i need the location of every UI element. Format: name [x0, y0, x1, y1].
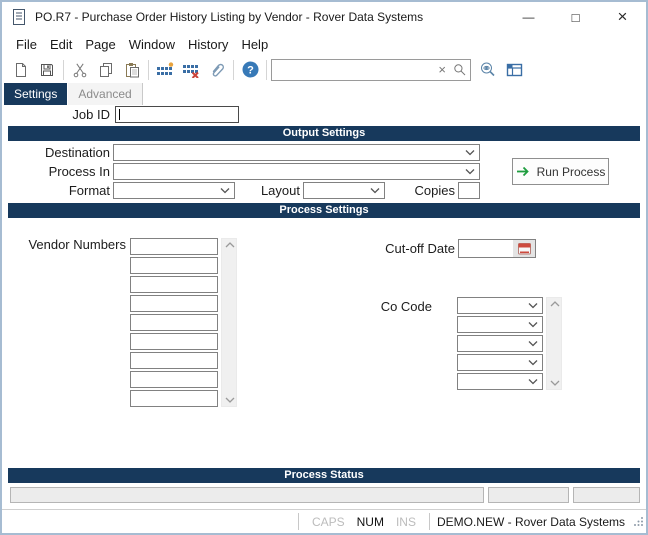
toolbar: ? × — [2, 56, 646, 83]
tabstrip: Settings Advanced — [4, 83, 143, 105]
search-input[interactable] — [272, 60, 436, 79]
vendor-number-input[interactable] — [130, 390, 218, 407]
menu-help[interactable]: Help — [241, 37, 268, 52]
document-icon — [12, 9, 26, 25]
run-process-button[interactable]: Run Process — [512, 158, 609, 185]
process-status-value-1 — [488, 487, 569, 503]
co-code-scrollbar[interactable] — [546, 297, 562, 390]
save-icon[interactable] — [34, 58, 60, 82]
search-clear-icon[interactable]: × — [435, 63, 449, 76]
process-status-message — [10, 487, 484, 503]
vendor-number-input[interactable] — [130, 276, 218, 293]
job-id-label: Job ID — [72, 107, 110, 122]
vendor-numbers-label: Vendor Numbers — [28, 237, 126, 252]
co-code-select[interactable] — [457, 373, 543, 390]
process-in-label: Process In — [48, 164, 110, 179]
lookup-icon[interactable] — [475, 58, 501, 82]
copy-icon[interactable] — [93, 58, 119, 82]
destination-select[interactable] — [113, 144, 480, 161]
menu-history[interactable]: History — [188, 37, 228, 52]
run-arrow-icon — [516, 166, 529, 177]
statusbar-separator — [297, 513, 299, 530]
delete-record-icon[interactable] — [178, 58, 204, 82]
caps-lock-indicator: CAPS — [311, 514, 345, 529]
toolbar-separator — [266, 59, 267, 80]
cut-icon[interactable] — [67, 58, 93, 82]
session-info: DEMO.NEW - Rover Data Systems — [436, 514, 625, 529]
copies-field[interactable] — [458, 182, 480, 200]
statusbar-separator — [428, 513, 430, 530]
vendor-number-input[interactable] — [130, 295, 218, 312]
tab-settings[interactable]: Settings — [4, 83, 68, 105]
process-status-header: Process Status — [8, 468, 640, 483]
vendor-number-input[interactable] — [130, 314, 218, 331]
add-record-icon[interactable] — [152, 58, 178, 82]
format-select[interactable] — [113, 182, 235, 199]
output-settings-header: Output Settings — [8, 126, 640, 141]
cutoff-date-field[interactable] — [458, 239, 536, 258]
maximize-button[interactable]: □ — [552, 2, 599, 32]
co-code-select[interactable] — [457, 316, 543, 333]
vendor-number-input[interactable] — [130, 371, 218, 388]
insert-mode-indicator: INS — [395, 514, 416, 529]
window-title: PO.R7 - Purchase Order History Listing b… — [35, 10, 424, 24]
attachment-icon[interactable] — [204, 58, 230, 82]
text-caret — [119, 109, 120, 120]
app-window: PO.R7 - Purchase Order History Listing b… — [0, 0, 648, 535]
copies-label: Copies — [414, 183, 455, 198]
toolbar-search: × — [271, 58, 471, 81]
layout-select[interactable] — [303, 182, 385, 199]
menu-window[interactable]: Window — [129, 37, 175, 52]
menu-file[interactable]: File — [16, 37, 37, 52]
run-process-label: Run Process — [536, 164, 606, 179]
destination-label: Destination — [44, 145, 110, 160]
job-id-field[interactable] — [115, 106, 239, 124]
search-icon[interactable] — [449, 63, 470, 76]
scroll-down-icon[interactable] — [550, 380, 560, 386]
scroll-up-icon[interactable] — [225, 242, 235, 248]
process-settings-header: Process Settings — [8, 203, 640, 218]
tab-advanced[interactable]: Advanced — [68, 83, 143, 105]
menubar: File Edit Page Window History Help — [2, 32, 646, 56]
vendor-number-list — [130, 238, 218, 407]
paste-icon[interactable] — [119, 58, 145, 82]
process-status-value-2 — [573, 487, 640, 503]
vendor-number-input[interactable] — [130, 238, 218, 255]
new-document-icon[interactable] — [8, 58, 34, 82]
vendor-number-input[interactable] — [130, 352, 218, 369]
layout-label: Layout — [260, 183, 300, 198]
scroll-up-icon[interactable] — [550, 301, 560, 307]
format-label: Format — [68, 183, 110, 198]
co-code-select[interactable] — [457, 354, 543, 371]
menu-page[interactable]: Page — [85, 37, 115, 52]
close-button[interactable]: × — [599, 2, 646, 32]
co-code-select[interactable] — [457, 297, 543, 314]
toolbar-separator — [63, 59, 64, 80]
calendar-icon[interactable] — [513, 240, 535, 257]
co-code-list — [457, 297, 543, 390]
vendor-number-input[interactable] — [130, 257, 218, 274]
minimize-button[interactable]: — — [505, 2, 552, 32]
vendor-number-input[interactable] — [130, 333, 218, 350]
num-lock-indicator: NUM — [356, 514, 384, 529]
svg-text:?: ? — [247, 65, 254, 77]
co-code-label: Co Code — [380, 299, 432, 314]
resize-grip[interactable] — [633, 516, 644, 527]
process-in-select[interactable] — [113, 163, 480, 180]
cutoff-date-label: Cut-off Date — [385, 241, 455, 256]
layout-icon[interactable] — [501, 58, 527, 82]
statusbar: CAPS NUM INS DEMO.NEW - Rover Data Syste… — [2, 509, 646, 533]
help-icon[interactable]: ? — [237, 58, 263, 82]
vendor-scrollbar[interactable] — [221, 238, 237, 407]
scroll-down-icon[interactable] — [225, 397, 235, 403]
toolbar-separator — [233, 59, 234, 80]
menu-edit[interactable]: Edit — [50, 37, 72, 52]
co-code-select[interactable] — [457, 335, 543, 352]
titlebar: PO.R7 - Purchase Order History Listing b… — [2, 2, 646, 32]
toolbar-separator — [148, 59, 149, 80]
